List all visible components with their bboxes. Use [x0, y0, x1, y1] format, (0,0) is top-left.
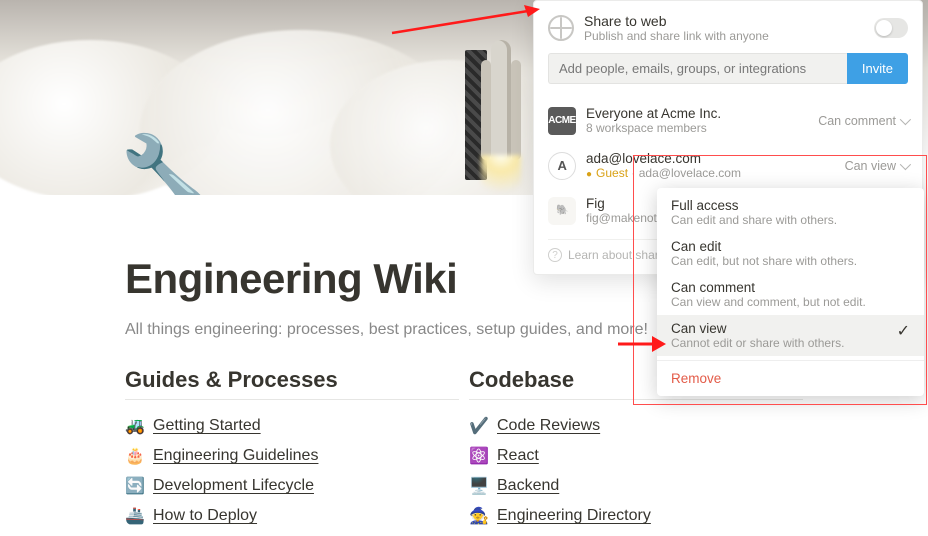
permission-selector[interactable]: Can comment: [818, 114, 908, 128]
avatar: 🐘: [548, 197, 576, 225]
page-link[interactable]: 🎂 Engineering Guidelines: [125, 446, 459, 466]
help-icon: ?: [548, 248, 562, 262]
item-link[interactable]: Development Lifecycle: [153, 477, 314, 495]
item-link[interactable]: Backend: [497, 477, 559, 495]
item-link[interactable]: How to Deploy: [153, 507, 257, 525]
member-name: ada@lovelace.com: [586, 151, 845, 166]
invite-input[interactable]: Add people, emails, groups, or integrati…: [548, 53, 847, 84]
permission-option[interactable]: Can commentCan view and comment, but not…: [657, 274, 924, 315]
item-link[interactable]: Code Reviews: [497, 417, 600, 435]
share-web-desc: Publish and share link with anyone: [584, 29, 769, 43]
share-member-row: A ada@lovelace.com Guest · ada@lovelace.…: [548, 143, 908, 188]
member-name: Everyone at Acme Inc.: [586, 106, 818, 121]
globe-icon: [548, 15, 574, 41]
permission-option[interactable]: Can editCan edit, but not share with oth…: [657, 233, 924, 274]
item-emoji-icon: 🎂: [125, 446, 145, 466]
permission-option[interactable]: Full accessCan edit and share with other…: [657, 192, 924, 233]
avatar: ACME: [548, 107, 576, 135]
page-link[interactable]: ⚛️ React: [469, 446, 803, 466]
item-emoji-icon: 🚢: [125, 506, 145, 526]
member-sub: 8 workspace members: [586, 121, 818, 135]
share-web-title: Share to web: [584, 13, 769, 29]
member-sub: Guest · ada@lovelace.com: [586, 166, 845, 180]
permission-selector[interactable]: Can view: [845, 159, 908, 173]
permission-dropdown: Full accessCan edit and share with other…: [657, 188, 924, 396]
rocket-graphic: [455, 40, 545, 195]
share-member-row: ACME Everyone at Acme Inc. 8 workspace m…: [548, 98, 908, 143]
item-emoji-icon: 🧙: [469, 506, 489, 526]
permission-remove[interactable]: Remove: [657, 365, 924, 392]
item-emoji-icon: ⚛️: [469, 446, 489, 466]
item-link[interactable]: Engineering Guidelines: [153, 447, 318, 465]
item-link[interactable]: Engineering Directory: [497, 507, 651, 525]
page-link[interactable]: 🧙 Engineering Directory: [469, 506, 803, 526]
permission-option[interactable]: Can viewCannot edit or share with others…: [657, 315, 924, 356]
page-link[interactable]: 🖥️ Backend: [469, 476, 803, 496]
page-link[interactable]: ✔️ Code Reviews: [469, 416, 803, 436]
guest-badge: Guest: [586, 166, 628, 180]
chevron-down-icon: [900, 158, 911, 169]
item-emoji-icon: 🔄: [125, 476, 145, 496]
check-icon: ✓: [897, 321, 910, 341]
chevron-down-icon: [900, 113, 911, 124]
page-link[interactable]: 🔄 Development Lifecycle: [125, 476, 459, 496]
item-emoji-icon: ✔️: [469, 416, 489, 436]
item-link[interactable]: React: [497, 447, 539, 465]
col-heading-guides: Guides & Processes: [125, 367, 459, 400]
page-link[interactable]: 🚜 Getting Started: [125, 416, 459, 436]
item-emoji-icon: 🖥️: [469, 476, 489, 496]
avatar: A: [548, 152, 576, 180]
item-link[interactable]: Getting Started: [153, 417, 261, 435]
invite-button[interactable]: Invite: [847, 53, 908, 84]
item-emoji-icon: 🚜: [125, 416, 145, 436]
share-web-toggle[interactable]: [874, 18, 908, 38]
page-link[interactable]: 🚢 How to Deploy: [125, 506, 459, 526]
wrench-icon: 🔧: [120, 130, 210, 195]
